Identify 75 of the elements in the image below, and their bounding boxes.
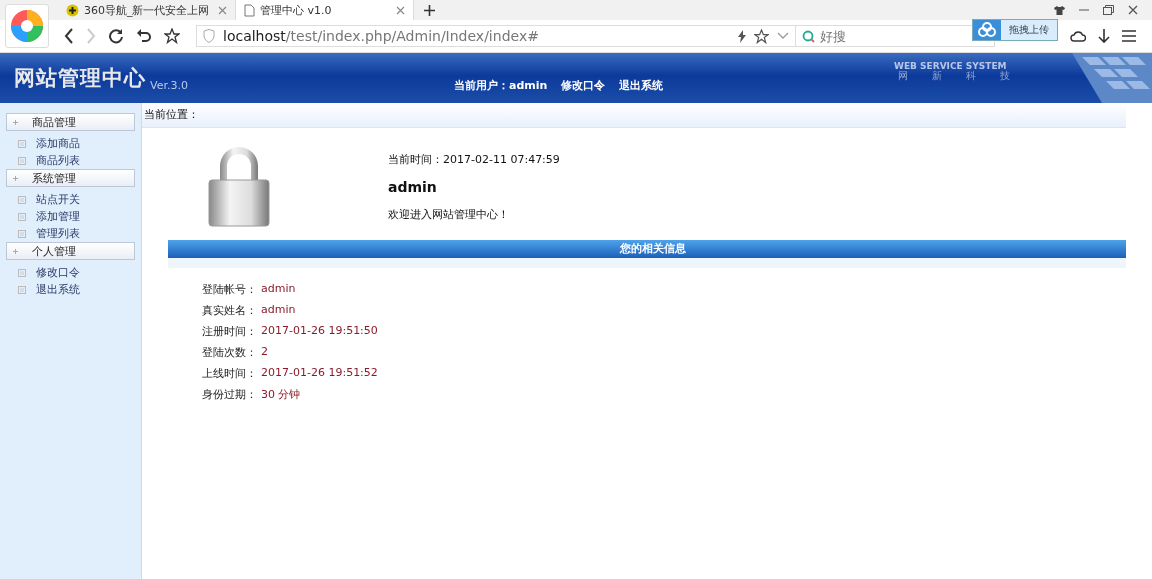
welcome-message: 欢迎进入网站管理中心！	[388, 207, 510, 222]
list-icon	[18, 195, 26, 204]
list-icon	[18, 285, 26, 294]
cloud-icon[interactable]	[1070, 30, 1086, 42]
menu-icon[interactable]	[1122, 30, 1136, 42]
plus-icon	[13, 175, 18, 181]
browser-logo-icon[interactable]	[5, 4, 49, 48]
field-label: 上线时间：	[202, 366, 257, 381]
menu-item[interactable]: 退出系统	[6, 281, 135, 298]
shield-icon	[203, 29, 215, 43]
tab-title: 360导航_新一代安全上网	[84, 2, 211, 18]
field-label: 身份过期：	[202, 387, 257, 402]
field-value: 2	[261, 345, 268, 360]
brand-subtext: 新	[932, 71, 942, 81]
download-icon[interactable]	[1098, 28, 1110, 44]
new-tab-icon[interactable]	[424, 4, 435, 16]
menu-item[interactable]: 添加管理	[6, 208, 135, 225]
menu-item[interactable]: 管理列表	[6, 225, 135, 242]
plus-icon	[13, 248, 18, 254]
brand-subtext: 科	[966, 71, 976, 81]
field-value: admin	[261, 282, 296, 297]
current-time: 当前时间：2017-02-11 07:47:59	[388, 152, 560, 167]
version-label: Ver.3.0	[150, 79, 188, 92]
field-label: 登陆次数：	[202, 345, 257, 360]
url-text: localhost/test/index.php/Admin/Index/index#	[223, 28, 539, 44]
menu-group-header[interactable]: 系统管理	[6, 169, 135, 187]
field-label: 注册时间：	[202, 324, 257, 339]
list-icon	[18, 229, 26, 238]
list-icon	[18, 139, 26, 148]
menu-item[interactable]: 商品列表	[6, 152, 135, 169]
shirt-icon[interactable]	[1054, 5, 1065, 15]
restore-icon[interactable]	[1103, 5, 1114, 15]
list-icon	[18, 212, 26, 221]
menu-group-header[interactable]: 个人管理	[6, 242, 135, 260]
field-value: 2017-01-26 19:51:52	[261, 366, 378, 381]
field-label: 真实姓名：	[202, 303, 257, 318]
field-value: 30 分钟	[261, 387, 301, 402]
address-bar[interactable]: localhost/test/index.php/Admin/Index/index#	[196, 25, 796, 47]
page-icon	[244, 3, 255, 17]
menu-item[interactable]: 站点开关	[6, 191, 135, 208]
breadcrumb: 当前位置：	[142, 103, 1126, 128]
username: admin	[388, 179, 438, 195]
brand-subtext: 网	[898, 71, 908, 81]
upload-button[interactable]: 拖拽上传	[972, 19, 1058, 41]
star-icon[interactable]	[754, 28, 769, 44]
tab-title: 管理中心 v1.0	[260, 2, 333, 18]
brand-text: WEB SERVICE SYSTEM	[894, 61, 1007, 71]
header-link[interactable]: 修改口令	[561, 77, 606, 93]
close-icon[interactable]	[396, 5, 405, 15]
lightning-icon[interactable]	[738, 29, 746, 43]
close-icon[interactable]	[218, 5, 227, 15]
field-value: 2017-01-26 19:51:50	[261, 324, 378, 339]
list-icon	[18, 268, 26, 277]
menu-item[interactable]: 添加商品	[6, 135, 135, 152]
section-header: 您的相关信息	[168, 240, 1126, 268]
undo-icon[interactable]	[136, 28, 152, 44]
reload-icon[interactable]	[108, 28, 124, 44]
field-label: 登陆帐号：	[202, 282, 257, 297]
browser-tab[interactable]: 管理中心 v1.0	[236, 0, 414, 20]
dropdown-icon[interactable]	[777, 32, 789, 40]
star-icon[interactable]	[164, 28, 180, 44]
plus-circle-icon	[66, 3, 79, 17]
site-title: 网站管理中心	[14, 65, 146, 92]
brand-subtext: 技	[1000, 71, 1010, 81]
menu-item[interactable]: 修改口令	[6, 264, 135, 281]
search-field[interactable]: 好搜	[795, 25, 995, 47]
menu-group-header[interactable]: 商品管理	[6, 113, 135, 131]
padlock-icon	[208, 146, 270, 228]
list-icon	[18, 156, 26, 165]
close-icon[interactable]	[1128, 5, 1138, 15]
header-link[interactable]: 退出系统	[619, 77, 664, 93]
field-value: admin	[261, 303, 296, 318]
back-icon[interactable]	[64, 28, 74, 44]
plus-icon	[13, 119, 18, 125]
current-user-label: 当前用户：admin	[454, 77, 548, 93]
